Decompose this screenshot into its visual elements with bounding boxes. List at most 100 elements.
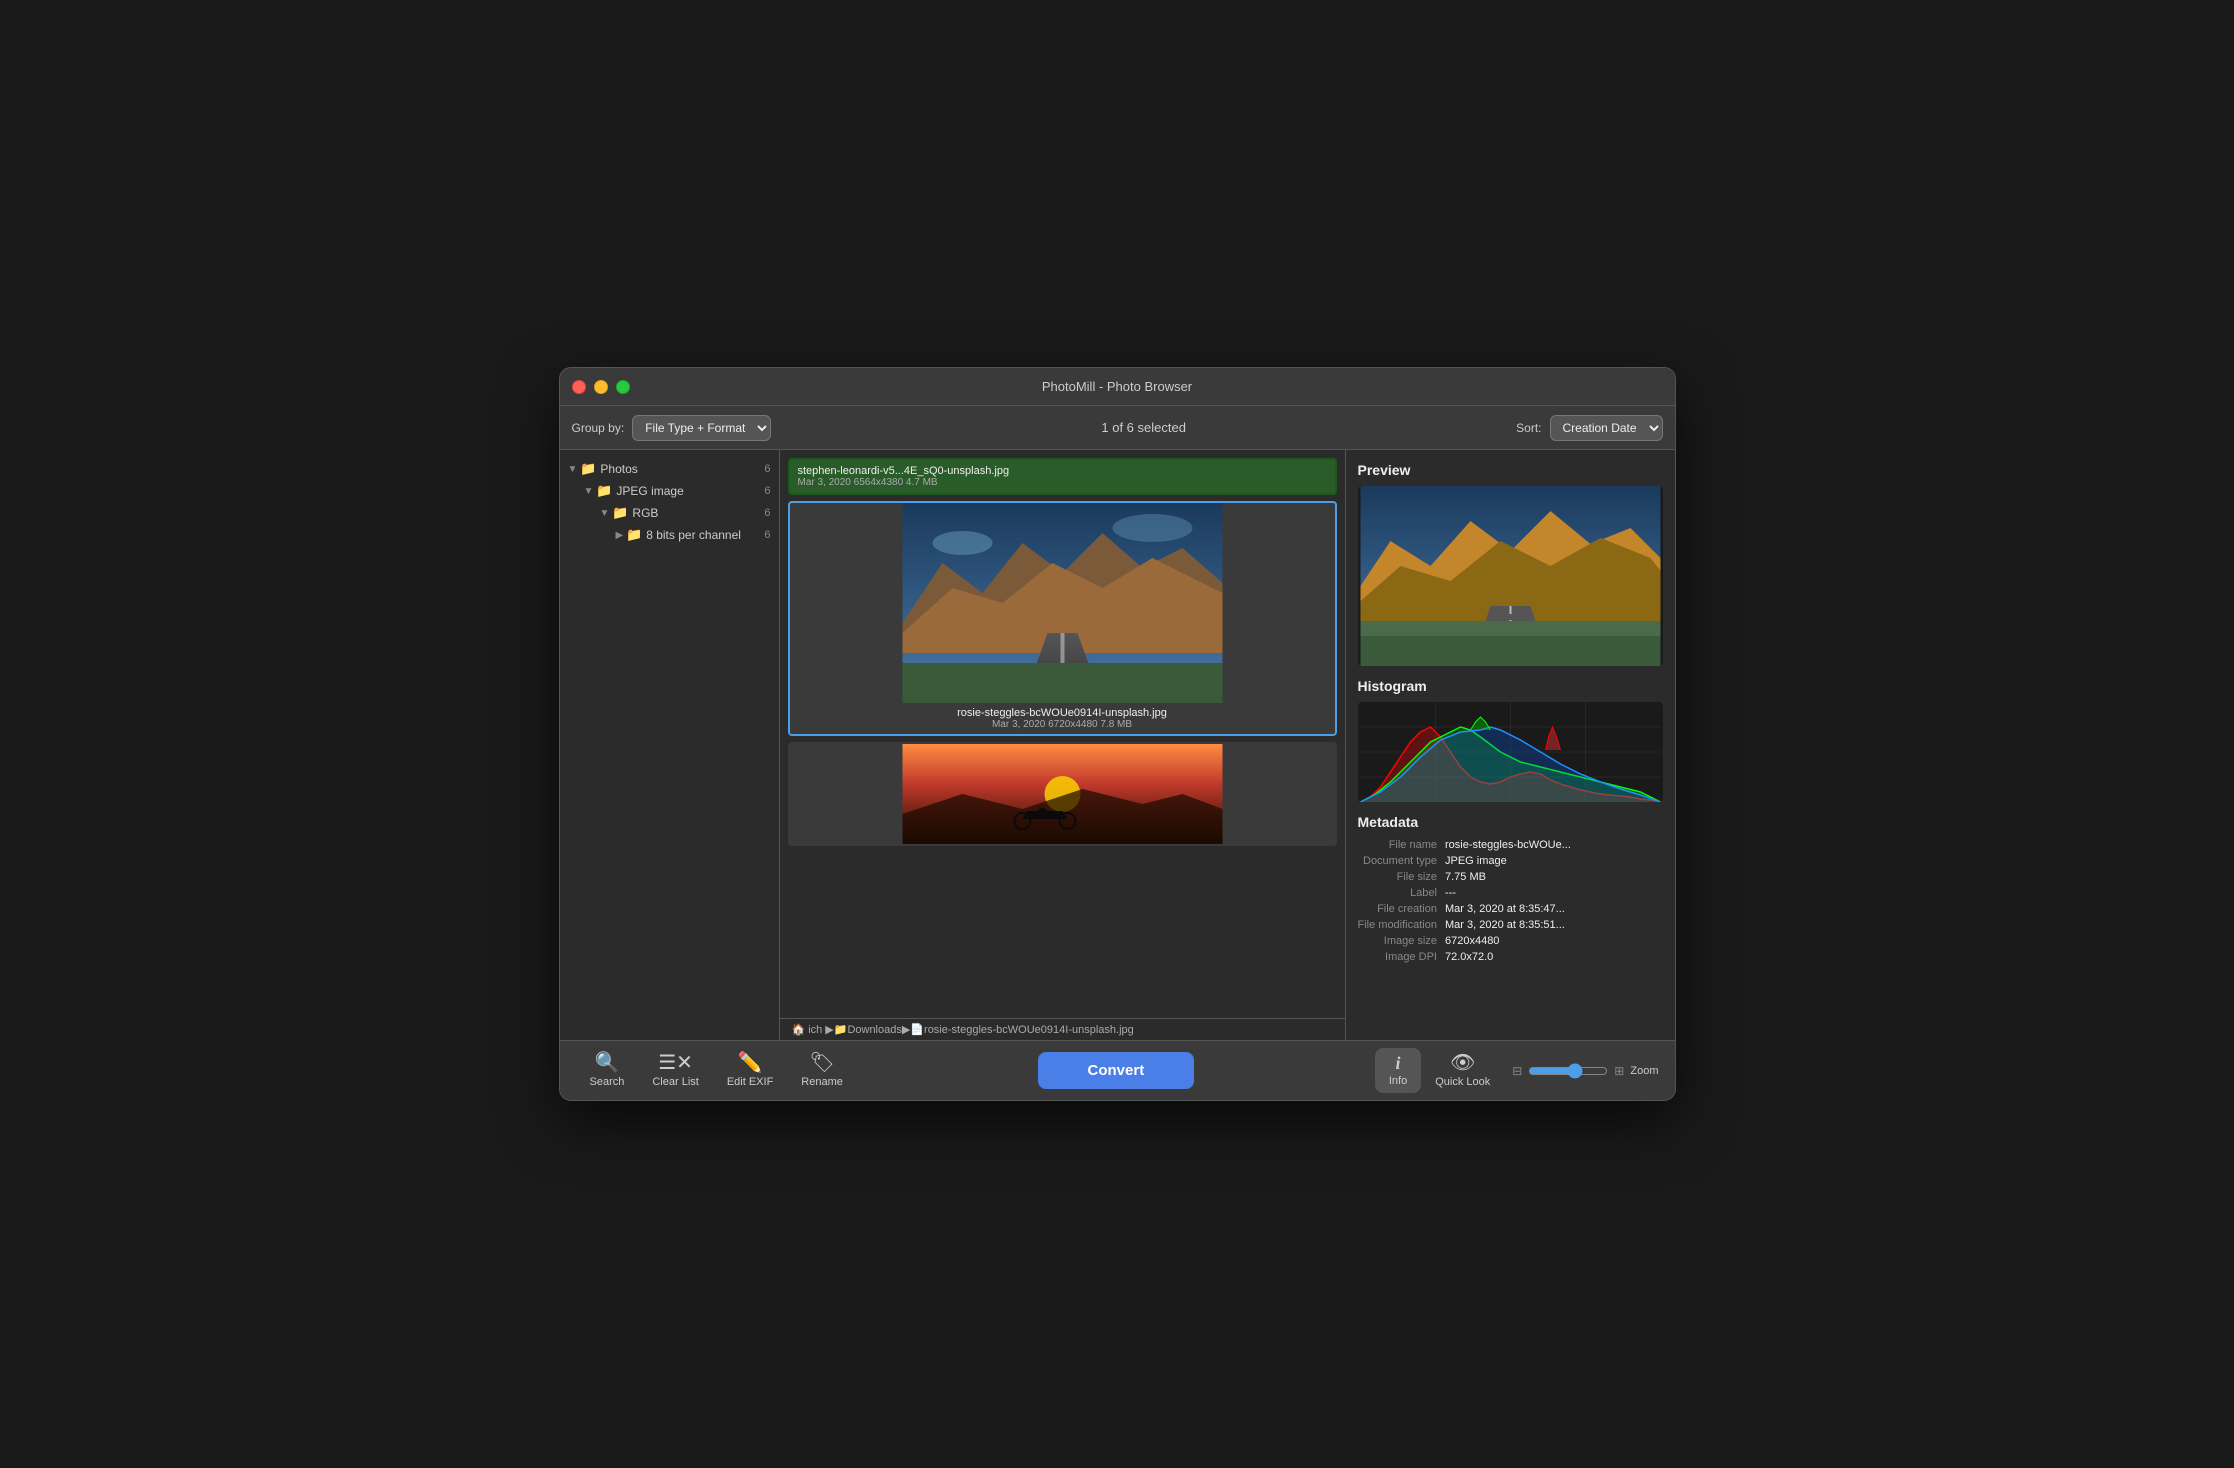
sort-controls: Sort: Creation Date — [1516, 415, 1662, 441]
preview-title: Preview — [1358, 462, 1663, 478]
group-by-select[interactable]: File Type + Format — [632, 415, 771, 441]
quick-look-button[interactable]: 👁 Quick Look — [1421, 1047, 1504, 1094]
info-button[interactable]: i Info — [1375, 1048, 1421, 1093]
photo-item[interactable] — [788, 742, 1337, 846]
sidebar-item-rgb[interactable]: ▼ 📁 RGB 6 — [560, 502, 779, 524]
photo-item[interactable]: rosie-steggles-bcWOUe0914I-unsplash.jpg … — [788, 501, 1337, 736]
metadata-title: Metadata — [1358, 814, 1663, 830]
meta-label-label: Label — [1358, 886, 1437, 900]
meta-value-filesize: 7.75 MB — [1445, 870, 1663, 884]
folder-icon: 📁 — [612, 505, 628, 521]
histogram-container — [1358, 702, 1663, 802]
sidebar-item-8bits[interactable]: ▶ 📁 8 bits per channel 6 — [560, 524, 779, 546]
rename-label: Rename — [801, 1076, 843, 1088]
folder-icon: 📁 — [626, 527, 642, 543]
folder-icon: 📁 — [580, 461, 596, 477]
sidebar-item-label: 8 bits per channel — [646, 528, 741, 542]
zoom-slider[interactable] — [1528, 1063, 1608, 1079]
search-icon: 🔍 — [594, 1053, 619, 1073]
photo-name: rosie-steggles-bcWOUe0914I-unsplash.jpg — [798, 707, 1327, 719]
search-label: Search — [590, 1076, 625, 1088]
rename-icon: 🏷 — [809, 1053, 834, 1073]
convert-label: Convert — [1088, 1062, 1145, 1079]
sidebar-item-count: 6 — [764, 507, 770, 519]
histogram-section: Histogram — [1346, 678, 1675, 814]
sort-select[interactable]: Creation Date — [1550, 415, 1663, 441]
meta-label-imgsize: Image size — [1358, 934, 1437, 948]
convert-button[interactable]: Convert — [1038, 1052, 1195, 1089]
path-separator: 📄 — [910, 1023, 924, 1036]
close-button[interactable] — [572, 380, 586, 394]
sort-label: Sort: — [1516, 421, 1541, 435]
meta-value-creation: Mar 3, 2020 at 8:35:47... — [1445, 902, 1663, 916]
zoom-in-icon: ⊞ — [1614, 1064, 1624, 1078]
path-arrow: ▶ — [902, 1023, 910, 1036]
histogram-title: Histogram — [1358, 678, 1663, 694]
preview-section: Preview — [1346, 450, 1675, 678]
minimize-button[interactable] — [594, 380, 608, 394]
meta-label-filename: File name — [1358, 838, 1437, 852]
zoom-label: Zoom — [1630, 1065, 1658, 1077]
window-title: PhotoMill - Photo Browser — [1042, 379, 1192, 394]
photo-name: stephen-leonardi-v5...4E_sQ0-unsplash.jp… — [798, 465, 1327, 477]
toolbar: Group by: File Type + Format 1 of 6 sele… — [560, 406, 1675, 450]
edit-exif-icon: ✏️ — [738, 1053, 763, 1073]
meta-label-doctype: Document type — [1358, 854, 1437, 868]
triangle-icon: ▼ — [568, 464, 578, 475]
photo-top-bar: stephen-leonardi-v5...4E_sQ0-unsplash.jp… — [790, 460, 1335, 493]
photo-meta: Mar 3, 2020 6564x4380 4.7 MB — [798, 477, 1327, 488]
photo-item[interactable]: stephen-leonardi-v5...4E_sQ0-unsplash.jp… — [788, 458, 1337, 495]
path-separator: 📁 — [834, 1023, 848, 1036]
main-window: PhotoMill - Photo Browser Group by: File… — [559, 367, 1676, 1101]
selection-info: 1 of 6 selected — [779, 420, 1508, 435]
meta-value-label: --- — [1445, 886, 1663, 900]
main-content: ▼ 📁 Photos 6 ▼ 📁 JPEG image 6 ▼ 📁 RGB 6 — [560, 450, 1675, 1040]
zoom-out-icon: ⊟ — [1512, 1064, 1522, 1078]
triangle-icon: ▶ — [616, 530, 624, 541]
rename-button[interactable]: 🏷 Rename — [787, 1047, 857, 1094]
photo-meta: Mar 3, 2020 6720x4480 7.8 MB — [798, 719, 1327, 730]
status-bar: 🏠 ich ▶ 📁 Downloads ▶ 📄 rosie-steggles-b… — [780, 1018, 1345, 1040]
group-by-label: Group by: — [572, 421, 625, 435]
meta-value-modification: Mar 3, 2020 at 8:35:51... — [1445, 918, 1663, 932]
titlebar: PhotoMill - Photo Browser — [560, 368, 1675, 406]
path-filename: rosie-steggles-bcWOUe0914I-unsplash.jpg — [924, 1024, 1134, 1036]
center-panel: stephen-leonardi-v5...4E_sQ0-unsplash.jp… — [780, 450, 1345, 1040]
zoom-control: ⊟ ⊞ Zoom — [1512, 1063, 1658, 1079]
metadata-section: Metadata File name rosie-steggles-bcWOUe… — [1346, 814, 1675, 976]
sidebar-item-count: 6 — [764, 529, 770, 541]
meta-label-dpi: Image DPI — [1358, 950, 1437, 964]
sidebar: ▼ 📁 Photos 6 ▼ 📁 JPEG image 6 ▼ 📁 RGB 6 — [560, 450, 780, 1040]
search-button[interactable]: 🔍 Search — [576, 1047, 639, 1094]
traffic-lights — [572, 380, 630, 394]
meta-value-doctype: JPEG image — [1445, 854, 1663, 868]
sidebar-item-label: Photos — [600, 462, 637, 476]
sidebar-item-photos[interactable]: ▼ 📁 Photos 6 — [560, 458, 779, 480]
meta-label-creation: File creation — [1358, 902, 1437, 916]
sidebar-item-count: 6 — [764, 485, 770, 497]
edit-exif-button[interactable]: ✏️ Edit EXIF — [713, 1047, 787, 1094]
maximize-button[interactable] — [616, 380, 630, 394]
info-icon: i — [1396, 1054, 1401, 1072]
info-label: Info — [1389, 1075, 1407, 1087]
clear-list-label: Clear List — [652, 1076, 698, 1088]
metadata-grid: File name rosie-steggles-bcWOUe... Docum… — [1358, 838, 1663, 964]
meta-value-imgsize: 6720x4480 — [1445, 934, 1663, 948]
path-arrow: ▶ — [825, 1023, 833, 1036]
meta-label-filesize: File size — [1358, 870, 1437, 884]
sidebar-item-count: 6 — [764, 463, 770, 475]
photo-grid: stephen-leonardi-v5...4E_sQ0-unsplash.jp… — [780, 450, 1345, 1018]
meta-value-filename: rosie-steggles-bcWOUe... — [1445, 838, 1663, 852]
edit-exif-label: Edit EXIF — [727, 1076, 773, 1088]
clear-list-icon: ☰✕ — [658, 1053, 693, 1073]
quick-look-label: Quick Look — [1435, 1076, 1490, 1088]
sidebar-item-label: RGB — [632, 506, 658, 520]
path-home-icon: 🏠 — [792, 1023, 806, 1036]
right-panel: Preview — [1345, 450, 1675, 1040]
sidebar-item-jpeg[interactable]: ▼ 📁 JPEG image 6 — [560, 480, 779, 502]
meta-label-modification: File modification — [1358, 918, 1437, 932]
triangle-icon: ▼ — [584, 486, 594, 497]
clear-list-button[interactable]: ☰✕ Clear List — [638, 1047, 712, 1094]
preview-image — [1358, 486, 1663, 666]
bottom-toolbar: 🔍 Search ☰✕ Clear List ✏️ Edit EXIF 🏷 Re… — [560, 1040, 1675, 1100]
